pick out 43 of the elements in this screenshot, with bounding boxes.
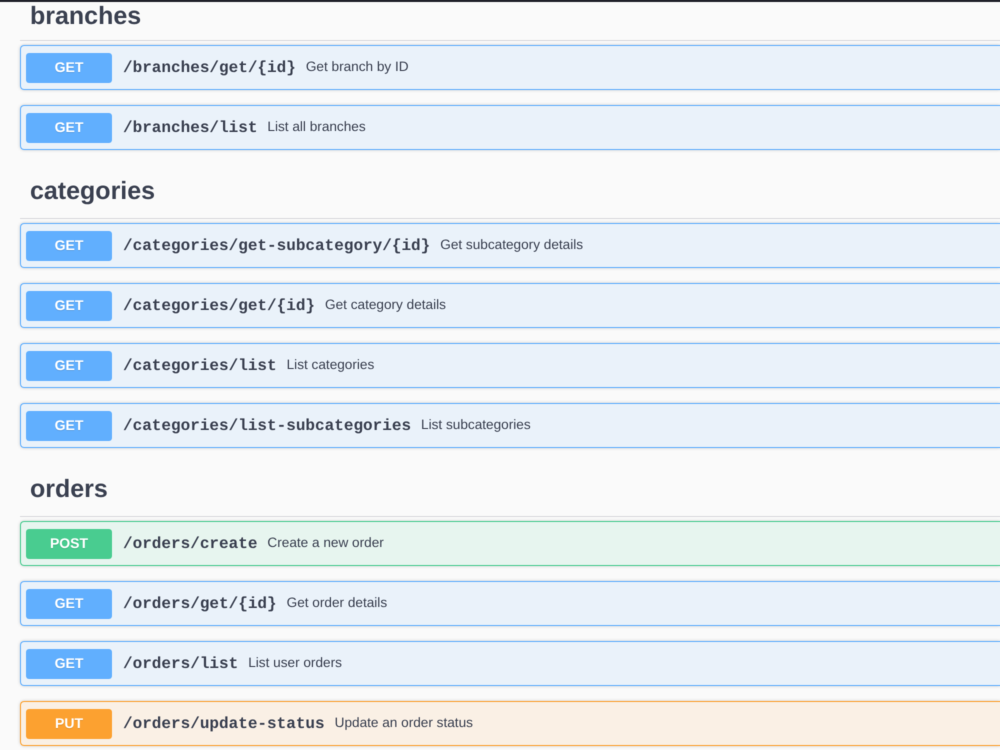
section-heading[interactable]: categories xyxy=(30,177,156,206)
method-badge: GET xyxy=(26,410,112,440)
method-badge: POST xyxy=(26,528,112,558)
endpoint-path: /categories/list xyxy=(123,356,277,376)
endpoint-summary: Get category details xyxy=(325,296,446,314)
endpoint-row[interactable]: GET /categories/list List categories xyxy=(20,343,1000,388)
method-badge: PUT xyxy=(26,708,112,738)
method-badge: GET xyxy=(26,588,112,618)
endpoint-row[interactable]: GET /categories/get/{id} Get category details xyxy=(20,283,1000,328)
endpoint-row[interactable]: PUT /orders/update-status Update an order status xyxy=(20,701,1000,746)
endpoint-path: /branches/get/{id} xyxy=(123,58,296,78)
endpoint-summary: List all branches xyxy=(267,118,366,136)
endpoint-row[interactable]: GET /orders/get/{id} Get order details xyxy=(20,581,1000,626)
endpoint-path: /orders/list xyxy=(123,654,238,674)
endpoint-row[interactable]: GET /branches/list List all branches xyxy=(20,105,1000,150)
endpoint-path: /orders/create xyxy=(123,534,258,554)
section-heading[interactable]: branches xyxy=(30,2,142,30)
endpoint-row[interactable]: GET /branches/get/{id} Get branch by ID xyxy=(20,45,1000,90)
method-badge: GET xyxy=(26,52,112,82)
endpoint-row[interactable]: GET /categories/list-subcategories List subcategories xyxy=(20,403,1000,448)
method-badge: GET xyxy=(26,290,112,320)
endpoint-path: /categories/get/{id} xyxy=(123,296,316,316)
endpoint-path: /branches/list xyxy=(123,118,258,138)
endpoint-summary: List user orders xyxy=(248,654,342,672)
endpoint-row[interactable]: GET /orders/list List user orders xyxy=(20,641,1000,686)
method-badge: GET xyxy=(26,648,112,678)
endpoint-row[interactable]: GET /categories/get-subcategory/{id} Get subcategory details xyxy=(20,223,1000,268)
method-badge: GET xyxy=(26,112,112,142)
endpoint-summary: List categories xyxy=(286,356,374,374)
endpoint-summary: Update an order status xyxy=(334,714,473,732)
endpoint-path: /orders/update-status xyxy=(123,714,325,734)
method-badge: GET xyxy=(26,230,112,260)
endpoint-row[interactable]: POST /orders/create Create a new order xyxy=(20,521,1000,566)
method-badge: GET xyxy=(26,350,112,380)
endpoint-summary: Get order details xyxy=(286,594,388,612)
endpoint-summary: Get subcategory details xyxy=(440,236,584,254)
endpoint-summary: List subcategories xyxy=(421,416,531,434)
section-heading[interactable]: orders xyxy=(30,475,108,504)
endpoint-path: /categories/get-subcategory/{id} xyxy=(123,236,430,256)
endpoint-path: /orders/get/{id} xyxy=(123,594,277,614)
endpoint-summary: Get branch by ID xyxy=(306,58,409,76)
endpoint-summary: Create a new order xyxy=(267,534,384,552)
endpoint-path: /categories/list-subcategories xyxy=(123,416,412,436)
